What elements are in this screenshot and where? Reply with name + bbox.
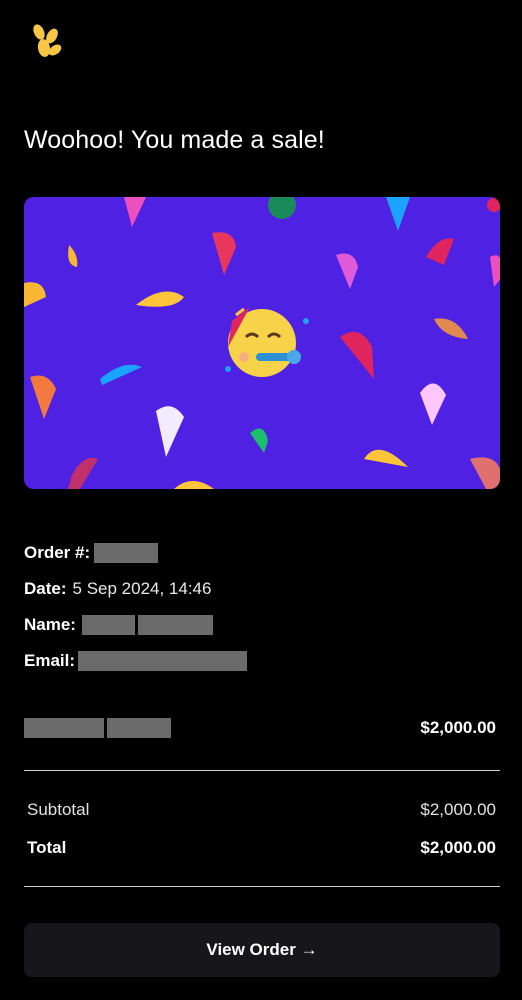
subtotal-row: Subtotal $2,000.00 xyxy=(27,800,496,820)
date-row: Date: 5 Sep 2024, 14:46 xyxy=(24,579,211,599)
email-row: Email: xyxy=(24,651,248,671)
total-label: Total xyxy=(27,838,67,857)
product-name-redacted xyxy=(24,718,171,738)
name-label: Name: xyxy=(24,615,76,634)
total-row: Total $2,000.00 xyxy=(27,838,496,858)
divider xyxy=(24,770,500,771)
confetti-illustration xyxy=(24,197,500,489)
email-label: Email: xyxy=(24,651,76,670)
name-row: Name: xyxy=(24,615,213,635)
last-name-redacted xyxy=(137,615,213,635)
page-title: Woohoo! You made a sale! xyxy=(24,126,325,154)
date-label: Date: xyxy=(24,579,67,598)
date-value: 5 Sep 2024, 14:46 xyxy=(72,579,212,598)
line-item-price: $2,000.00 xyxy=(420,718,496,737)
line-item-row: $2,000.00 xyxy=(24,716,496,740)
order-number-label: Order #: xyxy=(24,543,91,562)
view-order-button[interactable]: View Order → xyxy=(24,923,500,977)
order-number-row: Order #: xyxy=(24,543,159,563)
first-name-redacted xyxy=(81,615,135,635)
celebration-banner xyxy=(24,197,500,489)
order-number-redacted xyxy=(94,543,159,563)
email-redacted xyxy=(78,651,248,671)
total-value: $2,000.00 xyxy=(420,838,496,857)
subtotal-value: $2,000.00 xyxy=(420,800,496,819)
subtotal-label: Subtotal xyxy=(27,800,90,819)
brand-logo-icon xyxy=(33,24,62,57)
divider xyxy=(24,886,500,887)
